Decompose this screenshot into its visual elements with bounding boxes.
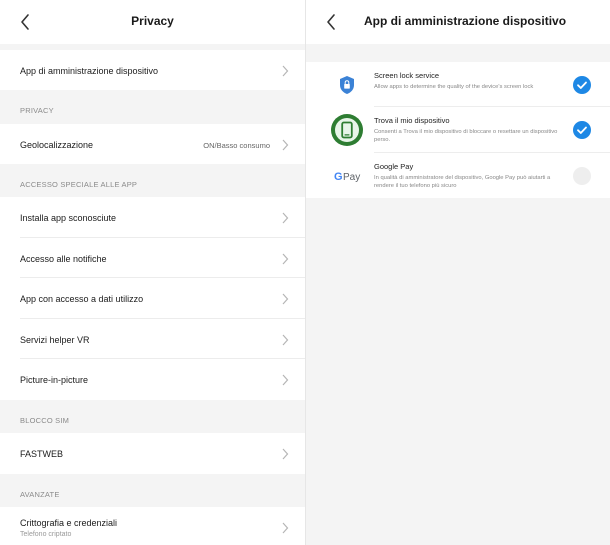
admin-disabled-checkbox[interactable] [573, 167, 591, 185]
location-status: ON/Basso consumo [203, 141, 270, 150]
admin-app-find-my-device[interactable]: Trova il mio dispositivo Consenti a Trov… [306, 107, 610, 153]
menu-item-label: App con accesso a dati utilizzo [20, 294, 144, 304]
menu-item-label: Crittografia e credenziali [20, 518, 118, 528]
admin-app-description: In qualità di amministratore del disposi… [374, 175, 551, 189]
menu-item-label: Installa app sconosciute [20, 213, 117, 223]
chevron-right-icon [282, 139, 289, 151]
chevron-right-icon [282, 448, 289, 460]
page-title: Privacy [131, 14, 174, 28]
admin-app-name: Screen lock service [374, 71, 440, 80]
privacy-header: Privacy [0, 0, 305, 44]
chevron-right-icon [282, 253, 289, 265]
google-pay-logo: G Pay [330, 159, 364, 193]
admin-app-description: Allow apps to determine the quality of t… [374, 84, 534, 90]
device-admin-screen: App di amministrazione dispositivo Scree… [306, 0, 610, 545]
menu-item-label: Servizi helper VR [20, 335, 90, 345]
section-title: PRIVACY [20, 106, 54, 115]
section-header-sim-lock: BLOCCO SIM [0, 407, 305, 433]
checkmark-icon [577, 81, 587, 89]
section-title: AVANZATE [20, 490, 60, 499]
menu-item-location[interactable]: Geolocalizzazione ON/Basso consumo [0, 124, 305, 164]
page-title: App di amministrazione dispositivo [364, 14, 567, 28]
chevron-right-icon [282, 334, 289, 346]
privacy-screen: Privacy App di amministrazione dispositi… [0, 0, 305, 545]
menu-item-vr-helper[interactable]: Servizi helper VR [0, 319, 305, 359]
menu-item-subtitle: Telefono criptato [20, 531, 72, 538]
admin-app-google-pay[interactable]: G Pay Google Pay In qualità di amministr… [306, 153, 610, 198]
menu-item-fastweb-sim[interactable]: FASTWEB [0, 433, 305, 474]
section-title: ACCESSO SPECIALE ALLE APP [20, 180, 138, 189]
section-header-special-access: ACCESSO SPECIALE ALLE APP [0, 171, 305, 197]
admin-app-screen-lock-service[interactable]: Screen lock service Allow apps to determ… [306, 62, 610, 107]
admin-enabled-checkbox[interactable] [573, 121, 591, 139]
shield-lock-icon [330, 68, 364, 102]
menu-item-label: App di amministrazione dispositivo [20, 66, 159, 76]
menu-item-usage-access[interactable]: App con accesso a dati utilizzo [0, 278, 305, 319]
menu-item-label: Picture-in-picture [20, 375, 89, 385]
section-header-privacy: PRIVACY [0, 97, 305, 124]
admin-app-description: Consenti a Trova il mio dispositivo di b… [374, 129, 558, 143]
find-my-device-icon [330, 113, 364, 147]
menu-item-device-admin-apps[interactable]: App di amministrazione dispositivo [0, 50, 305, 90]
menu-item-encryption-credentials[interactable]: Crittografia e credenziali Telefono crip… [0, 507, 305, 545]
menu-item-label: Geolocalizzazione [20, 140, 94, 150]
admin-enabled-checkbox[interactable] [573, 76, 591, 94]
empty-area [306, 198, 610, 545]
admin-app-name: Google Pay [374, 162, 414, 171]
admin-app-name: Trova il mio dispositivo [374, 116, 450, 125]
device-admin-header: App di amministrazione dispositivo [306, 0, 610, 44]
menu-item-label: FASTWEB [20, 449, 64, 459]
chevron-right-icon [282, 293, 289, 305]
svg-text:G: G [334, 171, 343, 183]
menu-item-notification-access[interactable]: Accesso alle notifiche [0, 238, 305, 278]
header-spacer [306, 44, 610, 62]
svg-text:Pay: Pay [343, 172, 360, 183]
section-header-advanced: AVANZATE [0, 481, 305, 507]
chevron-right-icon [282, 522, 289, 534]
menu-item-label: Accesso alle notifiche [20, 254, 107, 264]
chevron-right-icon [282, 212, 289, 224]
menu-item-install-unknown-apps[interactable]: Installa app sconosciute [0, 197, 305, 238]
section-title: BLOCCO SIM [20, 416, 70, 425]
checkmark-icon [577, 126, 587, 134]
menu-item-picture-in-picture[interactable]: Picture-in-picture [0, 359, 305, 400]
chevron-right-icon [282, 374, 289, 386]
chevron-right-icon [282, 65, 289, 77]
back-arrow-icon[interactable] [320, 10, 344, 34]
